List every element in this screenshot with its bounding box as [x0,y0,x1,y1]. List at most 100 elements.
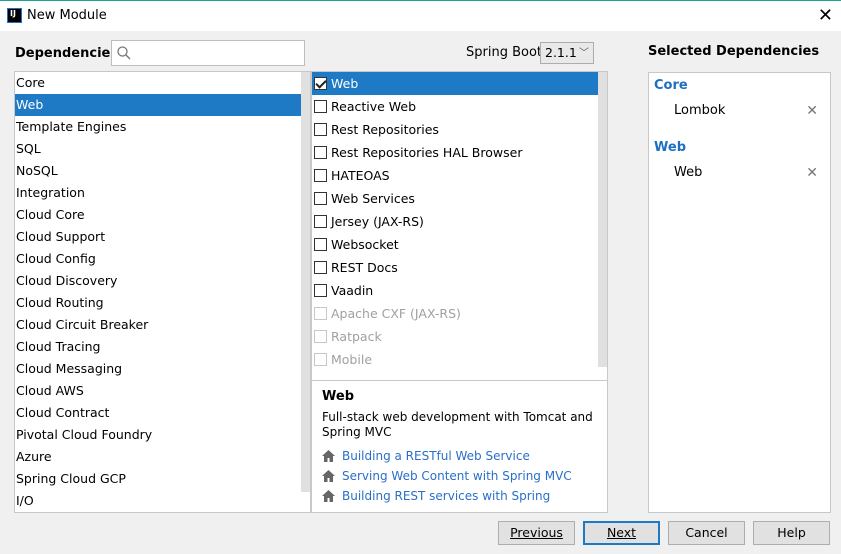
checkbox[interactable] [314,169,327,182]
dependency-scrollbar[interactable] [598,72,607,367]
dependency-label: Mobile [331,352,373,367]
help-label: Help [777,525,806,540]
category-item[interactable]: Cloud Tracing [15,336,310,358]
previous-label: Previous [510,525,563,540]
guide-link[interactable]: Building a RESTful Web Service [322,446,597,466]
checkbox[interactable] [314,192,327,205]
guide-link-label: Serving Web Content with Spring MVC [342,469,572,483]
spring-boot-label: Spring Boot [466,45,543,60]
checkbox[interactable] [314,77,327,90]
cancel-button[interactable]: Cancel [668,521,745,545]
checkbox[interactable] [314,215,327,228]
dependency-item[interactable]: Apache CXF (JAX-RS) [312,302,607,325]
dependency-label: Rest Repositories HAL Browser [331,145,523,160]
checkbox[interactable] [314,284,327,297]
category-item[interactable]: Template Engines [15,116,310,138]
category-item[interactable]: Integration [15,182,310,204]
checkbox[interactable] [314,261,327,274]
category-item[interactable]: Cloud Support [15,226,310,248]
guide-link[interactable]: Building REST services with Spring [322,486,597,506]
home-icon [322,490,335,502]
dependency-item[interactable]: Rest Repositories [312,118,607,141]
home-icon [322,450,335,462]
search-icon [117,46,131,60]
intellij-logo-icon: IJ [7,8,22,23]
dependency-item[interactable]: Vaadin [312,279,607,302]
dependency-label: Websocket [331,237,399,252]
category-item[interactable]: Core [15,72,310,94]
category-item[interactable]: Cloud Core [15,204,310,226]
remove-icon[interactable]: ✕ [806,97,818,125]
guide-link-label: Building a RESTful Web Service [342,449,530,463]
window-title: New Module [27,8,107,23]
dependency-item[interactable]: Web [312,72,607,95]
guide-link[interactable]: Serving Web Content with Spring MVC [322,466,597,486]
next-label: Next [606,525,637,540]
checkbox[interactable] [314,100,327,113]
checkbox[interactable] [314,307,327,320]
selected-group-title: Core [654,78,688,93]
checkbox[interactable] [314,123,327,136]
selected-item: Web ✕ [649,159,830,197]
guide-link-label: Building REST services with Spring [342,489,551,503]
dependency-list[interactable]: Web Reactive Web Rest Repositories Rest Rep… [311,71,608,381]
dependency-item[interactable]: HATEOAS [312,164,607,187]
checkbox[interactable] [314,353,327,366]
dependency-item[interactable]: Rest Repositories HAL Browser [312,141,607,164]
dependency-label: Reactive Web [331,99,417,114]
spring-boot-version: 2.1.1 [545,45,577,60]
description-title: Web [322,389,354,404]
search-input[interactable] [111,40,305,66]
cancel-label: Cancel [685,525,728,540]
category-item[interactable]: Cloud AWS [15,380,310,402]
category-item[interactable]: NoSQL [15,160,310,182]
checkbox[interactable] [314,238,327,251]
dependency-label: Web [331,76,359,91]
next-button[interactable]: Next [583,521,660,545]
category-list[interactable]: Core Web Template Engines SQL NoSQL Integrati… [14,71,311,513]
dependencies-label: Dependencies [15,46,119,61]
selected-dependencies-label: Selected Dependencies [648,44,820,59]
category-item[interactable]: Cloud Discovery [15,270,310,292]
help-button[interactable]: Help [753,521,830,545]
category-item[interactable]: Spring Cloud GCP [15,468,310,490]
dependency-label: HATEOAS [331,168,390,183]
category-item[interactable]: Cloud Config [15,248,310,270]
dependency-item[interactable]: Reactive Web [312,95,607,118]
chevron-down-icon: ﹀ [579,48,589,59]
dependency-label: Apache CXF (JAX-RS) [331,306,461,321]
checkbox[interactable] [314,146,327,159]
previous-button[interactable]: Previous [498,521,575,545]
dependency-item[interactable]: Websocket [312,233,607,256]
close-icon[interactable]: ✕ [818,5,833,26]
dependency-item[interactable]: Jersey (JAX-RS) [312,210,607,233]
checkbox[interactable] [314,330,327,343]
category-item[interactable]: I/O [15,490,310,512]
dependency-item[interactable]: Mobile [312,348,607,371]
dependency-label: Vaadin [331,283,374,298]
selected-item-label: Web [674,165,703,180]
dependency-item[interactable]: Ratpack [312,325,607,348]
category-item[interactable]: Cloud Messaging [15,358,310,380]
dependency-label: REST Docs [331,260,398,275]
spring-boot-version-select[interactable]: 2.1.1 ﹀ [540,42,594,64]
category-item[interactable]: Cloud Contract [15,402,310,424]
category-scrollbar[interactable] [301,72,310,492]
dependency-label: Web Services [331,191,415,206]
selected-item-label: Lombok [674,103,726,118]
description-panel: Web Full-stack web development with Tomc… [311,380,608,513]
category-item[interactable]: SQL [15,138,310,160]
dependency-item[interactable]: REST Docs [312,256,607,279]
title-bar: IJ New Module ✕ [0,0,841,31]
category-item[interactable]: Azure [15,446,310,468]
category-item[interactable]: Cloud Circuit Breaker [15,314,310,336]
selected-dependencies-panel: Core Lombok ✕ Web Web ✕ [648,72,831,513]
remove-icon[interactable]: ✕ [806,159,818,187]
dependency-item[interactable]: Web Services [312,187,607,210]
category-item[interactable]: Cloud Routing [15,292,310,314]
selected-item: Lombok ✕ [649,97,830,135]
dependency-label: Rest Repositories [331,122,439,137]
home-icon [322,470,335,482]
category-item[interactable]: Web [15,94,310,116]
category-item[interactable]: Pivotal Cloud Foundry [15,424,310,446]
